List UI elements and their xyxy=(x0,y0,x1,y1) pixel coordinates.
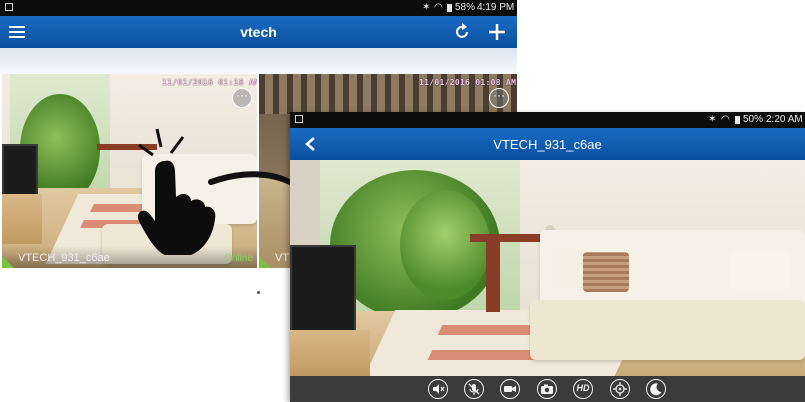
camera-timestamp: 11/01/2016 01:08 AM xyxy=(419,78,517,87)
camera-name: VTECH_931_c6ae xyxy=(18,252,110,264)
camera-status: Online xyxy=(224,253,253,264)
clock: 2:20 AM xyxy=(766,114,803,125)
app-bar: vtech xyxy=(0,16,517,48)
notification-icon xyxy=(295,115,303,123)
wifi-icon: ◠ xyxy=(721,114,730,125)
camera-title: VTECH_931_c6ae xyxy=(493,137,602,152)
battery-icon xyxy=(735,116,740,124)
notification-icon xyxy=(5,3,13,11)
crosshair-icon[interactable] xyxy=(610,379,630,399)
app-title: vtech xyxy=(240,24,277,40)
app-bar: VTECH_931_c6ae xyxy=(290,128,805,160)
battery-icon xyxy=(447,4,452,12)
moon-icon[interactable] xyxy=(646,379,666,399)
bluetooth-icon: ✶ xyxy=(422,2,431,13)
more-options-icon[interactable]: ··· xyxy=(232,88,252,108)
status-bar: ✶ ◠ 58% 4:19 PM xyxy=(0,0,517,16)
control-bar: HD xyxy=(290,376,805,402)
battery-level: 58% xyxy=(455,2,476,13)
mic-muted-icon[interactable] xyxy=(464,379,484,399)
refresh-icon[interactable] xyxy=(452,22,472,42)
dot-marker xyxy=(257,291,260,294)
battery-level: 50% xyxy=(743,114,764,125)
hd-icon[interactable]: HD xyxy=(573,379,593,399)
camera-name: VT xyxy=(275,252,290,264)
speaker-muted-icon[interactable] xyxy=(428,379,448,399)
video-camera-icon[interactable] xyxy=(500,379,520,399)
online-indicator-icon xyxy=(2,256,14,268)
camera-timestamp: 11/01/2016 01:18 AM xyxy=(162,78,257,87)
live-view-screen: ✶ ◠ 50% 2:20 AM VTECH_931_c6ae HD xyxy=(290,112,805,402)
online-indicator-icon xyxy=(259,256,271,268)
bluetooth-icon: ✶ xyxy=(708,114,717,125)
live-video-feed[interactable] xyxy=(290,160,805,376)
list-header-gap xyxy=(0,48,517,74)
wifi-icon: ◠ xyxy=(434,2,443,13)
clock: 4:19 PM xyxy=(477,2,515,13)
camera-icon[interactable] xyxy=(537,379,557,399)
plus-icon[interactable] xyxy=(488,23,506,41)
more-options-icon[interactable]: ··· xyxy=(489,88,509,108)
status-bar: ✶ ◠ 50% 2:20 AM xyxy=(290,112,805,128)
